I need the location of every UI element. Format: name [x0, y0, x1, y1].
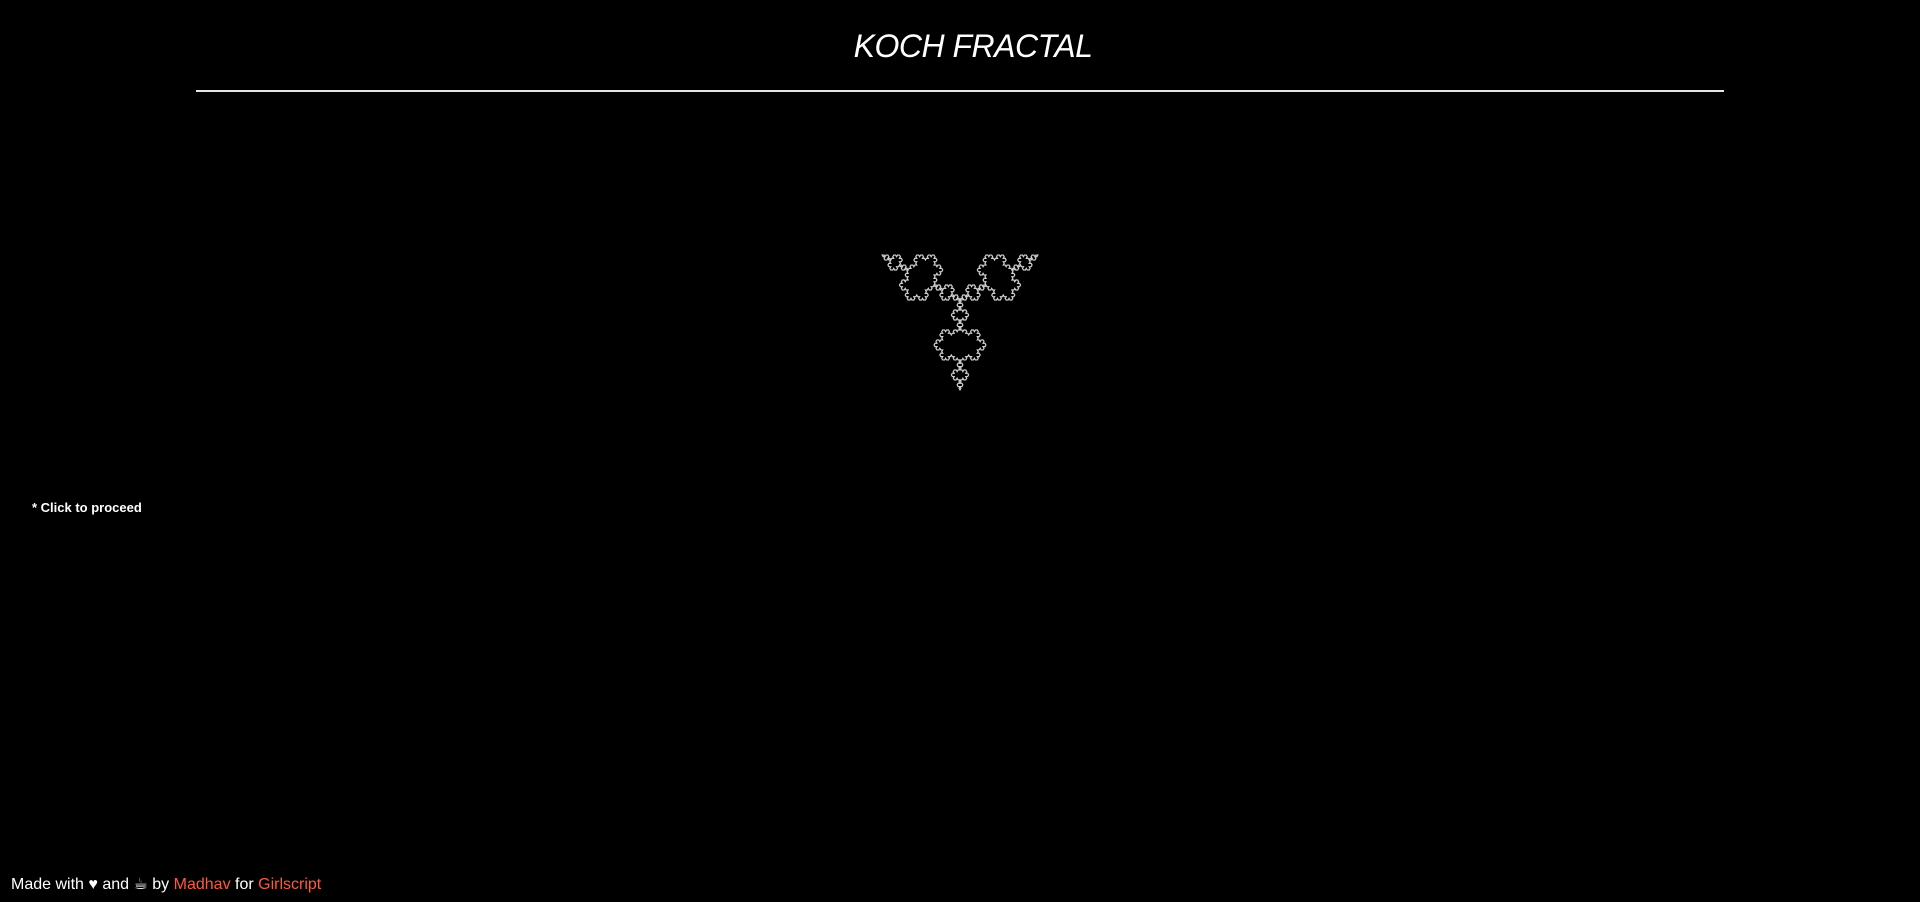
- koch-snowflake[interactable]: [800, 148, 1120, 458]
- footer-for: for: [235, 876, 254, 893]
- page: KOCH FRACTAL * Click to proceed Made wit…: [0, 0, 1920, 902]
- click-to-proceed-hint[interactable]: * Click to proceed: [32, 500, 142, 515]
- org-link[interactable]: Girlscript: [258, 876, 321, 893]
- page-title: KOCH FRACTAL: [853, 28, 1093, 64]
- title-divider: [196, 90, 1724, 92]
- fractal-canvas[interactable]: [800, 148, 1120, 458]
- footer-and: and: [102, 876, 130, 893]
- footer-by: by: [152, 876, 170, 893]
- coffee-icon: ☕: [133, 874, 148, 893]
- footer-made-with: Made with: [11, 876, 84, 893]
- heart-icon: ♥: [88, 876, 98, 893]
- koch-snowflake-outline: [881, 254, 1039, 392]
- author-link[interactable]: Madhav: [174, 876, 231, 893]
- footer: Made with ♥ and ☕ by Madhav for Girlscri…: [11, 874, 321, 894]
